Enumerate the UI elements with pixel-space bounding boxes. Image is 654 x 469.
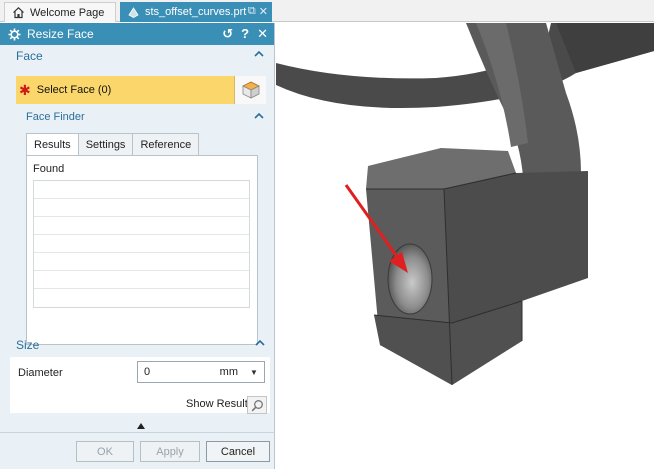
cube-face-icon <box>241 81 260 99</box>
tab-label: Welcome Page <box>30 6 105 19</box>
document-tab-strip: Welcome Page sts_offset_curves.prt ⧉ ✕ <box>0 0 654 22</box>
required-asterisk-icon: ✱ <box>19 82 31 98</box>
chevron-up-icon[interactable] <box>254 111 264 121</box>
results-pane: Found <box>26 155 258 345</box>
reset-icon[interactable]: ↺ <box>222 26 233 42</box>
select-face-row[interactable]: ✱ Select Face (0) <box>16 76 266 104</box>
close-icon[interactable]: ✕ <box>257 26 268 42</box>
face-finder-title: Face Finder <box>26 111 85 123</box>
found-list[interactable] <box>33 180 250 308</box>
list-item[interactable] <box>34 289 249 307</box>
section-title: Size <box>16 338 40 352</box>
dialog-button-row: OK Apply Cancel <box>76 441 270 462</box>
gear-icon <box>8 28 21 41</box>
tab-label: sts_offset_curves.prt <box>145 6 247 18</box>
face-finder-tabs: Results Settings Reference <box>26 133 200 156</box>
face-selection-button[interactable] <box>234 76 266 104</box>
resize-face-dialog: Resize Face ↺ ? ✕ Face ✱ Select Face (0)… <box>0 23 275 469</box>
list-item[interactable] <box>34 271 249 289</box>
close-tab-icon[interactable]: ✕ <box>259 5 268 18</box>
undock-icon[interactable]: ⧉ <box>248 5 256 18</box>
tab-welcome-page[interactable]: Welcome Page <box>4 2 116 22</box>
apply-button[interactable]: Apply <box>140 441 200 462</box>
select-face-label: Select Face (0) <box>36 84 112 96</box>
cancel-button[interactable]: Cancel <box>206 441 270 462</box>
list-item[interactable] <box>34 181 249 199</box>
found-label: Found <box>33 163 65 175</box>
dialog-titlebar: Resize Face ↺ ? ✕ <box>0 23 274 45</box>
collapse-arrow-icon[interactable] <box>137 423 145 429</box>
graphics-viewport[interactable] <box>276 23 654 469</box>
unit-label: mm <box>219 366 238 378</box>
diameter-input[interactable]: 0 mm ▼ <box>137 361 265 383</box>
part-file-icon <box>126 5 140 19</box>
chevron-up-icon[interactable] <box>254 49 264 59</box>
size-section-header[interactable]: Size <box>0 334 275 356</box>
diameter-value: 0 <box>144 366 151 378</box>
list-item[interactable] <box>34 253 249 271</box>
face-finder-panel: Results Settings Reference Found <box>26 133 258 345</box>
help-icon[interactable]: ? <box>241 26 249 42</box>
dialog-title: Resize Face <box>27 27 94 41</box>
ok-button[interactable]: OK <box>76 441 134 462</box>
face-finder-header[interactable]: Face Finder <box>16 107 270 127</box>
show-result-label: Show Result <box>186 398 248 410</box>
tab-reference[interactable]: Reference <box>132 133 200 155</box>
home-icon <box>11 6 25 20</box>
tab-settings[interactable]: Settings <box>77 133 134 155</box>
divider <box>0 432 275 433</box>
chevron-down-icon[interactable]: ▼ <box>247 366 261 378</box>
chevron-up-icon[interactable] <box>255 338 265 348</box>
tab-results[interactable]: Results <box>26 133 79 156</box>
magnifier-icon <box>251 399 263 411</box>
diameter-label: Diameter <box>18 367 63 379</box>
list-item[interactable] <box>34 199 249 217</box>
list-item[interactable] <box>34 217 249 235</box>
section-title: Face <box>16 49 43 63</box>
show-result-button[interactable] <box>247 396 267 414</box>
face-section-header[interactable]: Face <box>0 45 274 67</box>
list-item[interactable] <box>34 235 249 253</box>
tab-part-file[interactable]: sts_offset_curves.prt ⧉ ✕ <box>120 2 272 22</box>
model-view <box>276 23 654 386</box>
